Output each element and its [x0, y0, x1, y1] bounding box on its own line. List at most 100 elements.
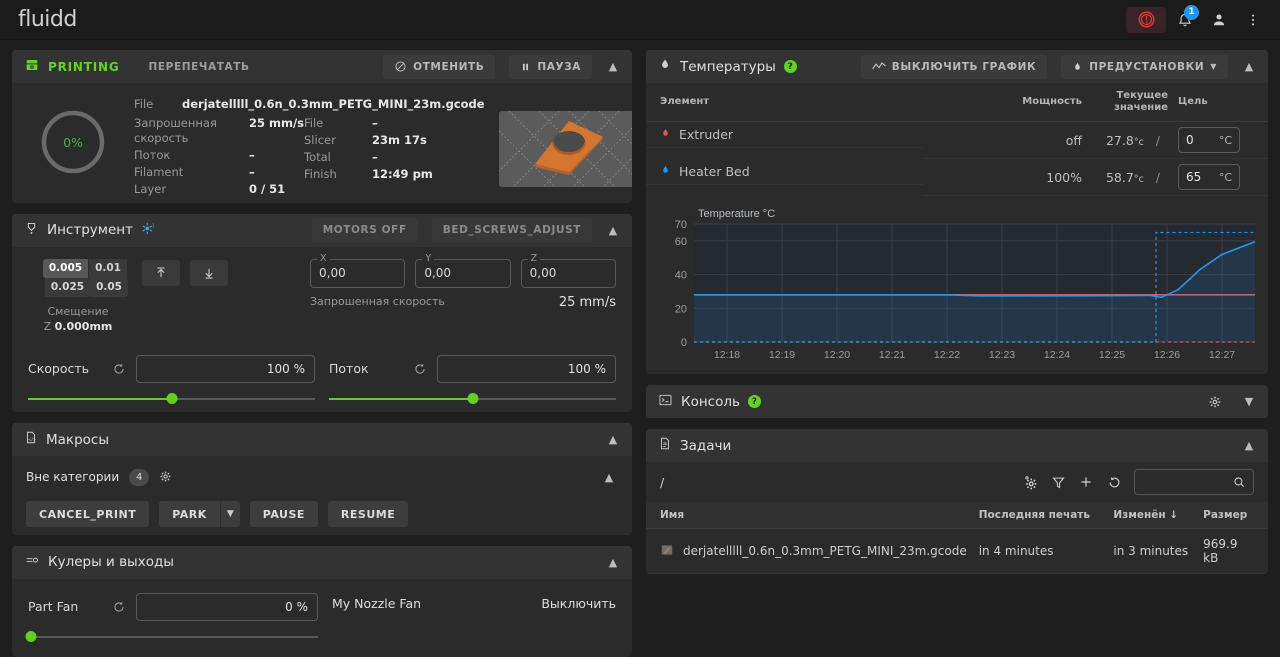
macro-button-resume[interactable]: RESUME — [327, 501, 409, 528]
collapse-macros-button[interactable]: ▲ — [600, 427, 626, 453]
cancel-print-label: ОТМЕНИТЬ — [413, 60, 485, 73]
dots-vertical-icon — [1251, 14, 1255, 25]
nozzle-fan-toggle-button[interactable]: Выключить — [541, 596, 616, 611]
collapse-print-status-button[interactable]: ▲ — [600, 54, 626, 80]
nozzle-fan-label: My Nozzle Fan — [332, 595, 422, 611]
cancel-print-button[interactable]: ОТМЕНИТЬ — [383, 54, 496, 79]
chart-line-icon — [871, 62, 886, 70]
collapse-temperature-button[interactable]: ▲ — [1236, 54, 1262, 80]
th-target: Цель — [1168, 83, 1268, 122]
jobs-filter-icon[interactable] — [1044, 468, 1072, 496]
motors-off-button[interactable]: MOTORS OFF — [311, 218, 418, 243]
nozzle-fan-group: My Nozzle Fan Выключить — [332, 593, 616, 644]
temperature-item-current: 58.7 — [1105, 169, 1134, 185]
pause-print-button[interactable]: ПАУЗА — [509, 54, 592, 79]
temperature-help-icon[interactable]: ? — [783, 60, 797, 73]
jobs-th-size[interactable]: Размер — [1197, 502, 1268, 529]
speed-slider-group: Скорость — [28, 354, 315, 406]
z-step-button[interactable]: 0.025 — [44, 277, 91, 297]
jobs-path-breadcrumb[interactable]: / — [660, 475, 664, 490]
reprint-button[interactable]: ПЕРЕПЕЧАТАТЬ — [138, 55, 261, 79]
axis-field-x: X — [310, 252, 406, 288]
stat-key: Total — [304, 150, 331, 164]
temperature-chart[interactable]: 0 20 40 60 70 12:18 12:19 12:20 12:21 12:22 12:23 1… — [646, 196, 1268, 374]
jobs-th-name[interactable]: Имя — [646, 502, 973, 529]
user-account-button[interactable] — [1204, 5, 1234, 35]
z-offset-down-button[interactable] — [190, 259, 228, 286]
collapse-jobs-button[interactable]: ▲ — [1236, 433, 1262, 459]
fluidd-dashboard: fluidd 1 PRINTING ПЕРЕПЕЧАТАТЬ ОТМЕНИТЬ … — [0, 0, 1280, 657]
jobs-search-input[interactable] — [1134, 469, 1254, 495]
person-icon — [1213, 13, 1225, 25]
temperature-item-unit: °c — [1133, 136, 1144, 148]
temperature-row-heater-bed[interactable]: Heater Bed 100% 58.7°c / 65 °C — [646, 158, 1268, 196]
macro-button-park[interactable]: PARK — [159, 501, 220, 528]
jobs-refresh-icon[interactable] — [1100, 468, 1128, 496]
axis-field-y: Y — [415, 252, 511, 288]
temperature-target-input-heater-bed[interactable]: 65 °C — [1178, 164, 1240, 190]
z-step-button[interactable]: 0.005 — [42, 258, 90, 278]
toggle-chart-button[interactable]: ВЫКЛЮЧИТЬ ГРАФИК — [860, 54, 1048, 79]
z-step-button[interactable]: 0.05 — [90, 277, 128, 297]
macro-settings-icon[interactable] — [159, 468, 172, 487]
macro-park-dropdown-icon[interactable]: ▼ — [219, 501, 240, 528]
reset-flow-icon[interactable] — [413, 362, 427, 376]
fan-output-icon — [24, 553, 40, 572]
stat-value: 25 mm/s — [248, 116, 304, 130]
collapse-tool-button[interactable]: ▲ — [600, 217, 626, 243]
print-progress-ring: 0% — [40, 109, 106, 175]
flow-slider[interactable] — [329, 392, 616, 406]
flow-input[interactable] — [437, 354, 616, 383]
print-status-body: 0% File derjatelllll_0.6n_0.3mm_PETG_MIN… — [12, 83, 632, 203]
console-terminal-icon — [658, 392, 673, 411]
print-file-key: File — [134, 97, 154, 111]
expand-console-button[interactable]: ▼ — [1236, 389, 1262, 415]
notifications-button[interactable]: 1 — [1170, 4, 1200, 35]
jobs-th-last-print[interactable]: Последняя печать — [972, 502, 1108, 529]
speed-slider[interactable] — [28, 392, 315, 406]
reset-speed-icon[interactable] — [112, 362, 126, 376]
console-header: Консоль ? ▼ — [646, 385, 1268, 418]
presets-button[interactable]: ПРЕДУСТАНОВКИ ▼ — [1061, 54, 1228, 79]
svg-text:12:19: 12:19 — [769, 349, 795, 361]
jobs-th-modified[interactable]: Изменён ↓ — [1107, 502, 1198, 529]
z-offset-up-button[interactable] — [142, 259, 180, 286]
print-stats-right: File – Slicer 23m 17s Total – Finish 12:… — [304, 116, 454, 196]
emergency-stop-button[interactable] — [1126, 6, 1166, 33]
tool-header: Инструмент ! MOTORS OFF BED_SCREWS_ADJUS… — [12, 213, 632, 247]
sort-descending-icon: ↓ — [1169, 509, 1179, 521]
jobs-settings-icon[interactable] — [1016, 468, 1044, 496]
stat-value: – — [371, 116, 378, 130]
macro-button-cancel-print[interactable]: CANCEL_PRINT — [26, 501, 150, 528]
notification-badge: 1 — [1184, 4, 1199, 20]
print-info: File derjatelllll_0.6n_0.3mm_PETG_MINI_2… — [134, 97, 485, 196]
thermometer-icon — [658, 57, 672, 76]
part-fan-slider[interactable] — [25, 630, 318, 644]
top-app-bar: fluidd 1 — [0, 0, 1280, 40]
arrow-up-icon — [157, 267, 165, 278]
reset-part-fan-icon[interactable] — [112, 600, 126, 614]
macro-buttons: CANCEL_PRINT PARK ▼ PAUSE RESUME — [12, 498, 632, 528]
stat-value: 0 / 51 — [248, 181, 286, 196]
collapse-macro-category-button[interactable]: ▲ — [596, 464, 622, 490]
print-status-header: PRINTING ПЕРЕПЕЧАТАТЬ ОТМЕНИТЬ ПАУЗА ▲ — [12, 50, 632, 83]
temperature-target-input-extruder[interactable]: 0 °C — [1178, 127, 1240, 153]
speed-input[interactable] — [136, 354, 315, 383]
temperature-separator: / — [1155, 132, 1160, 148]
console-help-icon[interactable]: ? — [747, 395, 761, 408]
gcode-thumbnail — [498, 111, 632, 187]
jobs-add-icon[interactable] — [1072, 468, 1100, 496]
console-title: Консоль — [681, 393, 740, 410]
table-row[interactable]: derjatelllll_0.6n_0.3mm_PETG_MINI_23m.gc… — [646, 528, 1268, 574]
print-status-card: PRINTING ПЕРЕПЕЧАТАТЬ ОТМЕНИТЬ ПАУЗА ▲ 0… — [12, 50, 632, 203]
overflow-menu-button[interactable] — [1238, 5, 1268, 35]
z-step-button[interactable]: 0.01 — [89, 258, 128, 278]
temperature-item-power: off — [922, 121, 1082, 159]
collapse-fans-button[interactable]: ▲ — [600, 549, 626, 575]
console-settings-icon[interactable] — [1202, 389, 1228, 415]
part-fan-input[interactable] — [136, 592, 318, 621]
macro-button-pause[interactable]: PAUSE — [249, 501, 318, 528]
temperature-row-extruder[interactable]: Extruder off 27.8°c / 0 °C — [646, 121, 1268, 159]
bed-screws-adjust-button[interactable]: BED_SCREWS_ADJUST — [431, 218, 592, 243]
stat-key: File — [304, 116, 324, 130]
